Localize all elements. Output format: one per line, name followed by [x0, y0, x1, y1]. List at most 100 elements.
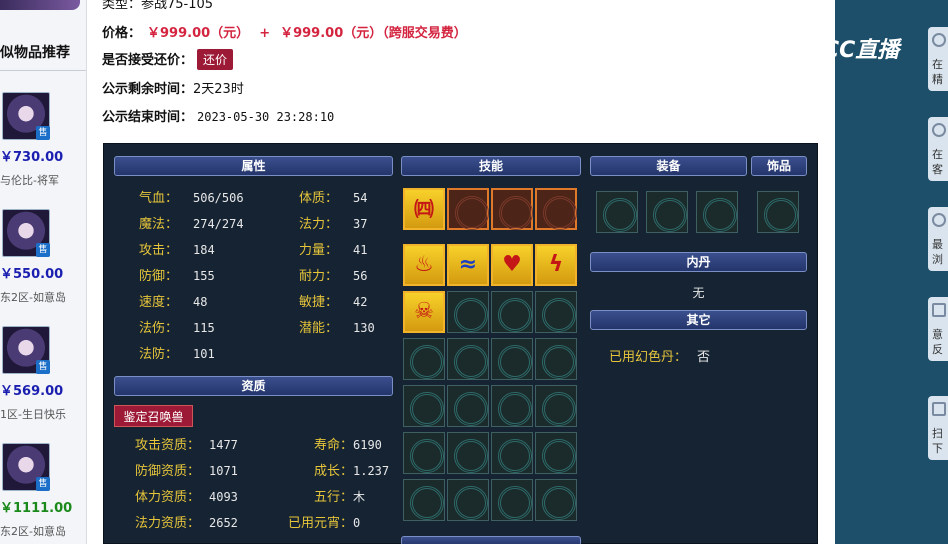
item-price[interactable]: ￥1111.00 — [0, 497, 72, 516]
clock-icon — [932, 213, 946, 227]
haggle-label: 是否接受还价： — [102, 53, 194, 68]
right-float-item[interactable]: 扫下 — [928, 396, 948, 460]
attr-key: 敏捷： — [299, 295, 339, 310]
right-float-item[interactable]: 在精 — [928, 27, 948, 91]
skeleton-skill-icon[interactable]: ☠ — [403, 291, 445, 333]
item-price[interactable]: ￥550.00 — [0, 263, 63, 282]
skill-slot[interactable] — [447, 432, 489, 474]
neidan-header: 内丹 — [590, 252, 807, 272]
skill-slot[interactable] — [491, 291, 533, 333]
skill-slot[interactable] — [447, 291, 489, 333]
qual-row: 已用元宵：0 — [279, 512, 360, 531]
attr-row: 法力： 37 — [299, 213, 367, 232]
attr-value: 115 — [193, 321, 215, 335]
right-float-item[interactable]: 在客 — [928, 117, 948, 181]
attr-value: 54 — [353, 191, 368, 205]
special-skill-icon[interactable]: ㈣ — [403, 188, 445, 230]
skill-slot[interactable] — [403, 432, 445, 474]
skill-slot[interactable] — [535, 432, 577, 474]
recommend-item[interactable]: 售 ￥569.00 1区-生日快乐 — [0, 326, 86, 441]
fire-skill-icon[interactable]: ♨ — [403, 244, 445, 286]
item-server: 东2区-如意岛 — [0, 291, 66, 304]
heart-skill-icon[interactable]: ♥ — [491, 244, 533, 286]
skill-slot[interactable] — [403, 479, 445, 521]
item-price[interactable]: ￥730.00 — [0, 146, 63, 165]
float-label: 在客 — [932, 148, 943, 176]
other-label: 已用幻色丹： — [609, 350, 688, 365]
recommend-item[interactable]: 售 ￥1111.00 东2区-如意岛 — [0, 443, 86, 544]
skill-slot[interactable] — [447, 479, 489, 521]
skill-header: 技能 — [401, 156, 581, 176]
haggle-button[interactable]: 还价 — [197, 49, 234, 70]
right-float-item[interactable]: 意反 — [928, 297, 948, 361]
skill-slot[interactable] — [535, 385, 577, 427]
skill-slot[interactable] — [491, 385, 533, 427]
attr-value: 37 — [353, 217, 368, 231]
haggle-row: 是否接受还价： 还价 — [102, 49, 234, 70]
ornament-header: 饰品 — [751, 156, 807, 176]
skill-slot[interactable] — [403, 338, 445, 380]
thunder-skill-icon[interactable]: ϟ — [535, 244, 577, 286]
qual-key: 法力资质： — [135, 516, 201, 531]
equip-slot[interactable] — [646, 191, 688, 233]
attr-row: 法防： 101 — [139, 343, 215, 362]
recommend-item[interactable]: 售 ￥550.00 东2区-如意岛 — [0, 209, 86, 324]
edit-icon — [932, 303, 946, 317]
qual-row: 体力资质： 4093 — [135, 486, 238, 505]
logo-icon — [797, 40, 819, 62]
right-float-item[interactable]: 最浏 — [928, 207, 948, 271]
type-text: 类型：参战75-105 — [102, 0, 214, 12]
ornament-slot[interactable] — [757, 191, 799, 233]
section-header-partial — [401, 536, 581, 544]
skill-slot[interactable] — [491, 338, 533, 380]
qual-key: 寿命： — [313, 438, 353, 453]
sale-badge: 售 — [36, 360, 50, 374]
equip-slot[interactable] — [696, 191, 738, 233]
equip-slot[interactable] — [596, 191, 638, 233]
skill-slot[interactable] — [491, 479, 533, 521]
attr-row: 敏捷： 42 — [299, 291, 367, 310]
qual-key: 已用元宵： — [287, 516, 353, 531]
attr-value: 56 — [353, 269, 368, 283]
cloud-icon — [932, 123, 946, 137]
water-skill-icon[interactable]: ≈ — [447, 244, 489, 286]
attr-key: 气血： — [139, 191, 179, 206]
skill-slot[interactable] — [447, 338, 489, 380]
qual-row: 寿命：6190 — [279, 434, 382, 453]
attr-value: 41 — [353, 243, 368, 257]
locked-skill-slot[interactable] — [535, 188, 577, 230]
skill-slot[interactable] — [535, 479, 577, 521]
qual-row: 五行：木 — [279, 486, 365, 505]
price-row: 价格： ￥999.00（元） + ￥999.00（元）（跨服交易费） — [102, 22, 467, 41]
locked-skill-slot[interactable] — [447, 188, 489, 230]
qual-row: 法力资质： 2652 — [135, 512, 238, 531]
float-label: 最浏 — [932, 238, 943, 266]
skill-slot[interactable] — [403, 385, 445, 427]
skill-slot[interactable] — [447, 385, 489, 427]
qual-row: 防御资质： 1071 — [135, 460, 238, 479]
attr-value: 101 — [193, 347, 215, 361]
price-value: ￥999.00（元） — [147, 26, 250, 41]
float-label: 在精 — [932, 58, 943, 86]
attr-row: 气血： 506/506 — [139, 187, 244, 206]
skill-slot[interactable] — [535, 338, 577, 380]
phone-icon — [932, 402, 946, 416]
item-server: 东2区-如意岛 — [0, 525, 66, 538]
skill-slot[interactable] — [491, 432, 533, 474]
qual-value: 6190 — [353, 438, 382, 452]
item-price[interactable]: ￥569.00 — [0, 380, 63, 399]
other-value: 否 — [697, 350, 711, 365]
sale-badge: 售 — [36, 477, 50, 491]
attr-key: 力量： — [299, 243, 339, 258]
recommend-item[interactable]: 售 ￥730.00 与伦比-将军 — [0, 92, 86, 207]
identify-pet-button[interactable]: 鉴定召唤兽 — [114, 405, 193, 427]
qual-key: 五行： — [313, 490, 353, 505]
locked-skill-slot[interactable] — [491, 188, 533, 230]
recommend-title: 似物品推荐 — [0, 45, 70, 61]
attr-row: 魔法： 274/274 — [139, 213, 244, 232]
top-thumbnail[interactable] — [0, 0, 80, 10]
skill-slot[interactable] — [535, 291, 577, 333]
sale-badge: 售 — [36, 243, 50, 257]
other-row: 已用幻色丹： 否 — [609, 346, 710, 365]
attr-key: 法力： — [299, 217, 339, 232]
